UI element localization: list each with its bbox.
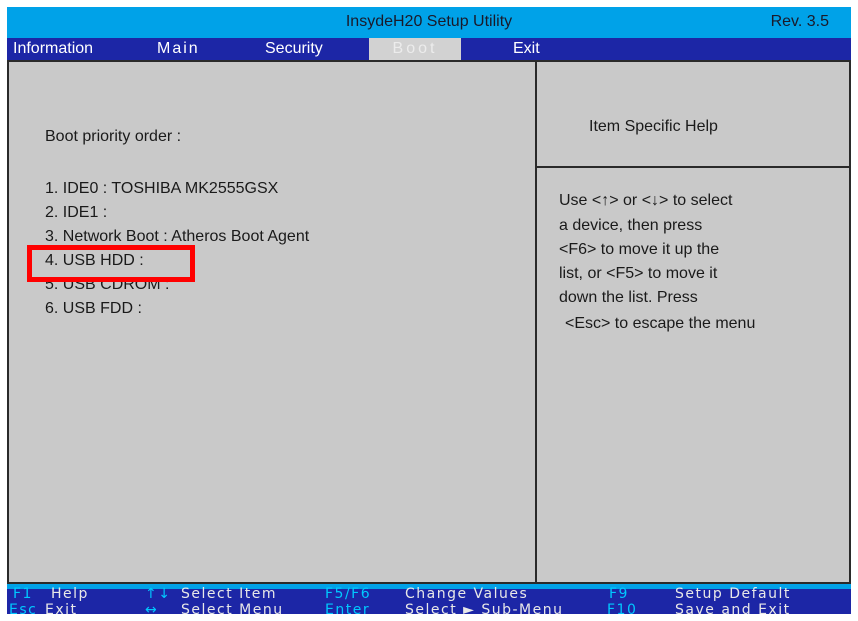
enter-key: Enter	[325, 602, 371, 618]
help-text-line: down the list. Press	[559, 289, 698, 306]
help-title: Item Specific Help	[589, 118, 718, 135]
sub-menu-description: Select ► Sub-Menu	[405, 602, 564, 618]
boot-item-usb-fdd[interactable]: 6. USB FDD :	[45, 300, 142, 318]
tab-exit[interactable]: Exit	[513, 40, 540, 60]
tab-boot[interactable]: Boot	[369, 38, 461, 60]
help-text-line: list, or <F5> to move it	[559, 265, 718, 282]
help-text-line: <F6> to move it up the	[559, 241, 720, 258]
esc-description: Exit	[45, 602, 78, 618]
f10-key: F10	[607, 602, 638, 618]
help-divider	[537, 166, 849, 168]
key-legend-footer: F1 Help Esc Exit ↑↓ Select Item ↔ Select…	[7, 584, 851, 618]
menu-bar: Information Main Security Boot Exit	[7, 38, 851, 60]
help-text-line: <Esc> to escape the menu	[565, 315, 756, 332]
revision-label: Rev. 3.5	[770, 13, 829, 30]
left-right-arrow-icon: ↔	[145, 602, 159, 618]
tab-security[interactable]: Security	[265, 40, 323, 60]
boot-item-ide0[interactable]: 1. IDE0 : TOSHIBA MK2555GSX	[45, 180, 278, 198]
boot-order-panel: Boot priority order : 1. IDE0 : TOSHIBA …	[7, 60, 535, 584]
highlight-box	[27, 245, 195, 282]
help-text-line: a device, then press	[559, 217, 703, 234]
help-panel: Item Specific Help Use <↑> or <↓> to sel…	[535, 60, 851, 584]
boot-item-network[interactable]: 3. Network Boot : Atheros Boot Agent	[45, 228, 309, 246]
esc-key: Esc	[9, 602, 38, 618]
tab-main[interactable]: Main	[157, 40, 200, 60]
help-text-line: Use <↑> or <↓> to select	[559, 192, 733, 209]
title-bar: InsydeH20 Setup Utility Rev. 3.5	[7, 7, 851, 38]
tab-information[interactable]: Information	[13, 40, 93, 60]
app-title: InsydeH20 Setup Utility	[345, 13, 513, 30]
bios-screen: InsydeH20 Setup Utility Rev. 3.5 Informa…	[7, 7, 851, 618]
save-exit-description: Save and Exit	[675, 602, 791, 618]
select-menu-description: Select Menu	[181, 602, 284, 618]
boot-priority-heading: Boot priority order :	[45, 128, 182, 145]
boot-item-ide1[interactable]: 2. IDE1 :	[45, 204, 107, 222]
